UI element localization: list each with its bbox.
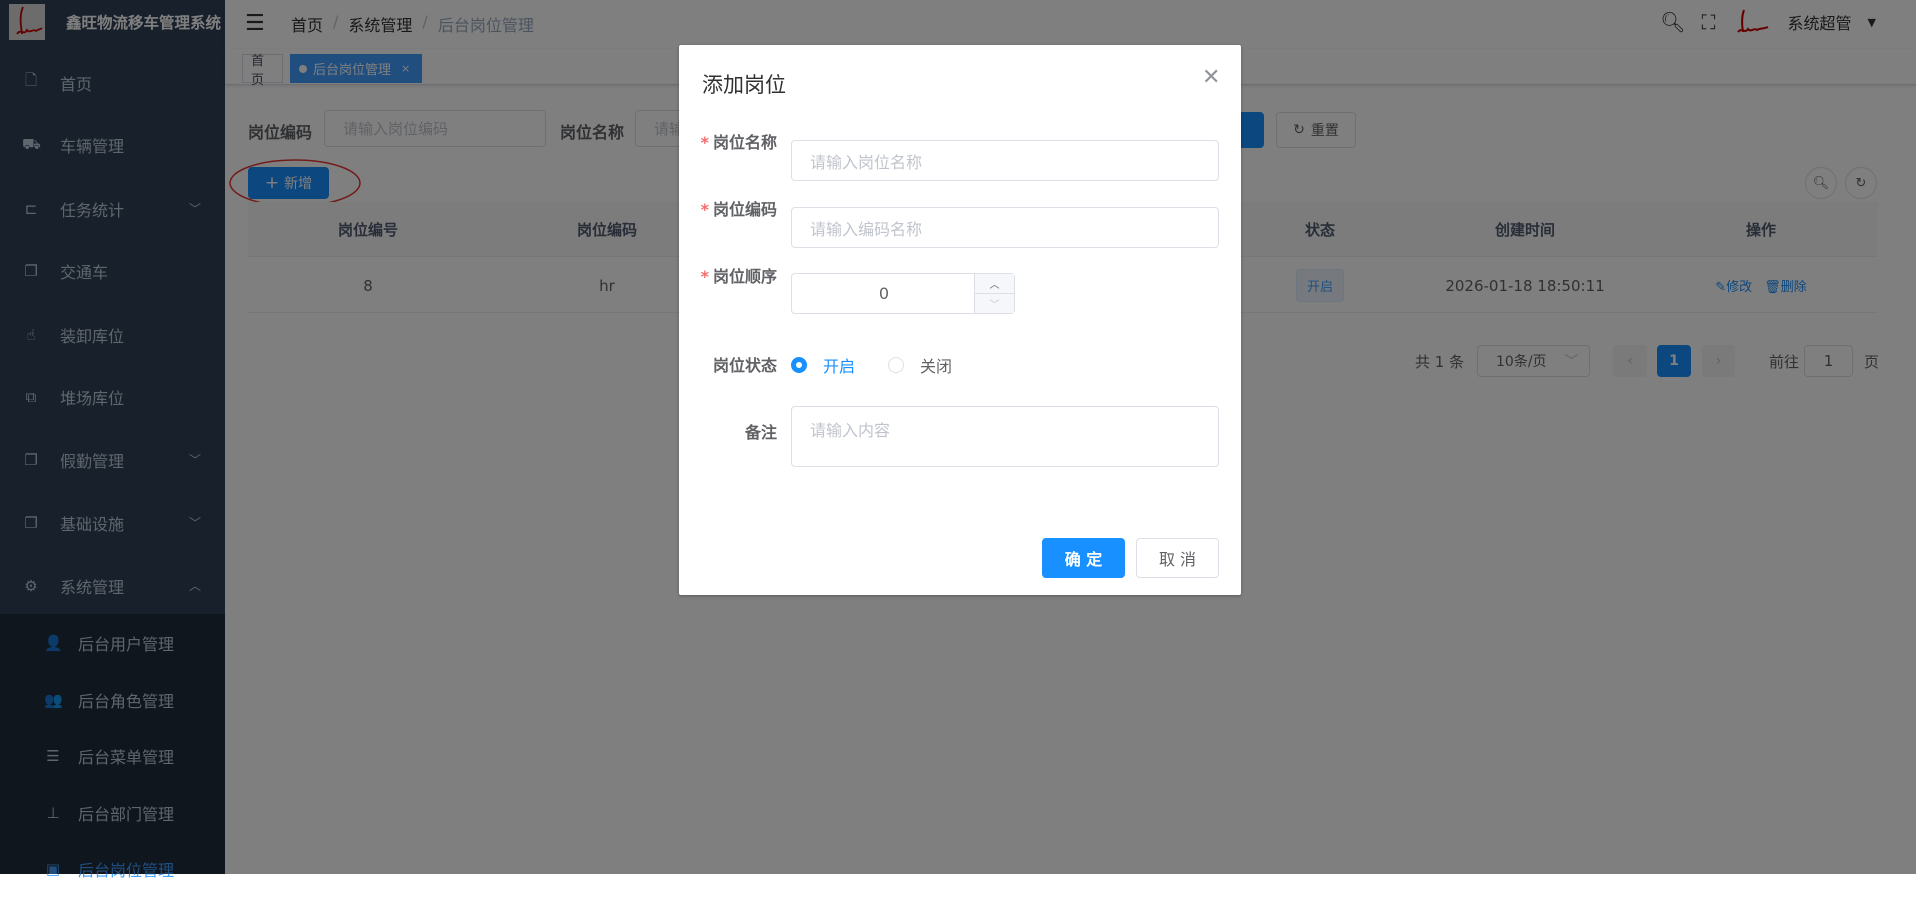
remark-textarea[interactable]: 请输入内容 — [791, 406, 1219, 467]
label-text: 岗位顺序 — [712, 267, 777, 286]
confirm-button[interactable]: 确 定 — [1042, 538, 1125, 578]
remark-label: 备注 — [744, 423, 777, 442]
status-on-label[interactable]: 开启 — [823, 353, 855, 377]
name-label: * 岗位名称 — [700, 133, 777, 152]
close-icon[interactable]: ✕ — [1202, 65, 1220, 90]
cancel-button[interactable]: 取 消 — [1136, 538, 1219, 578]
label-text: 岗位名称 — [712, 133, 777, 152]
post-code-input[interactable]: 请输入编码名称 — [791, 207, 1219, 248]
label-text: 岗位编码 — [712, 200, 777, 219]
status-on-radio[interactable] — [791, 357, 807, 373]
status-off-radio[interactable] — [888, 357, 904, 373]
increment-button[interactable]: ︿ — [974, 274, 1014, 294]
decrement-button[interactable]: ﹀ — [974, 294, 1014, 313]
status-label: 岗位状态 — [712, 356, 777, 375]
status-off-label[interactable]: 关闭 — [920, 353, 952, 377]
order-stepper[interactable]: 0 ︿ ﹀ — [791, 273, 1015, 314]
order-value[interactable]: 0 — [792, 274, 976, 313]
post-name-input[interactable]: 请输入岗位名称 — [791, 140, 1219, 181]
add-post-dialog: 添加岗位 ✕ * 岗位名称 请输入岗位名称 * 岗位编码 请输入编码名称 * 岗位顺序… — [679, 45, 1241, 595]
code-label: * 岗位编码 — [700, 200, 777, 219]
order-label: * 岗位顺序 — [700, 267, 777, 286]
dialog-title: 添加岗位 — [702, 73, 786, 97]
